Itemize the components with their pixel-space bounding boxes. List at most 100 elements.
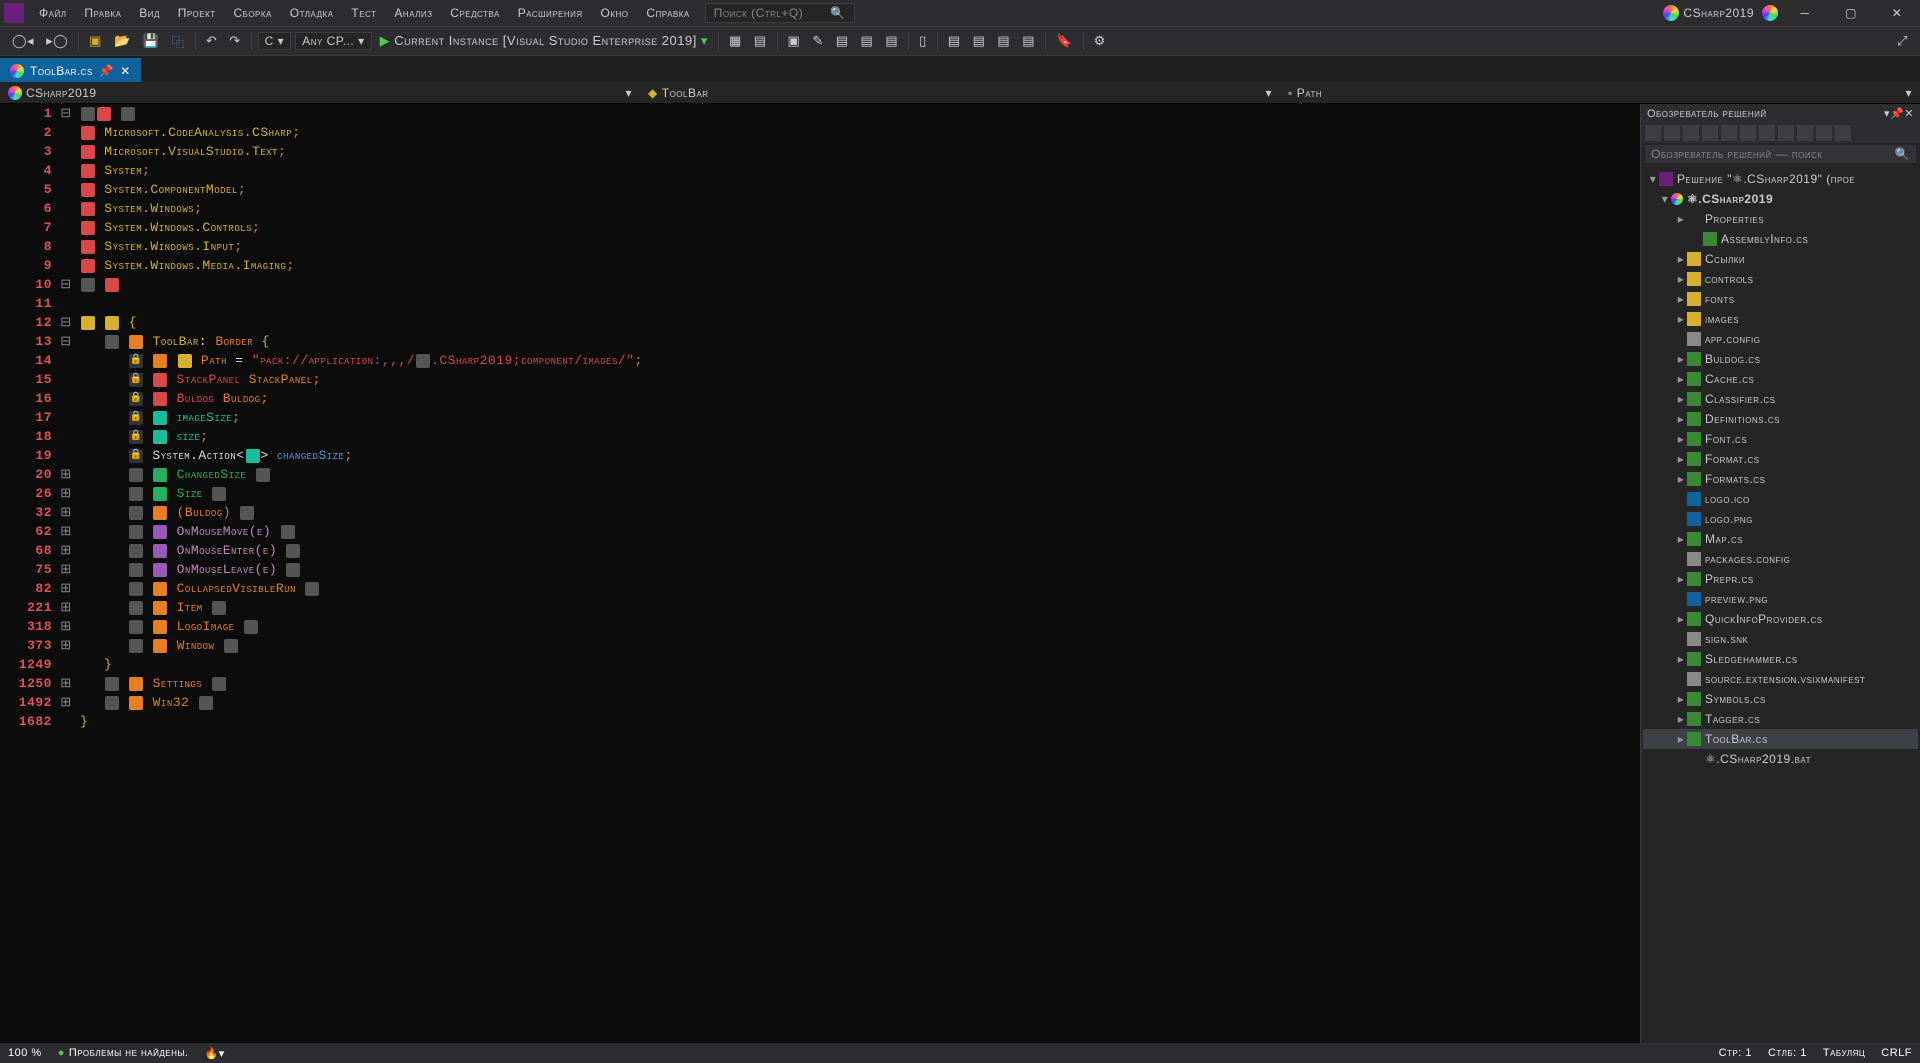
tree-item[interactable]: ▸Map.cs: [1643, 529, 1918, 549]
solution-root[interactable]: ▾Решение "⚛.CSharp2019" (прое: [1643, 169, 1918, 189]
menu-window[interactable]: Окно: [594, 6, 636, 20]
menu-edit[interactable]: Правка: [77, 6, 128, 20]
document-tab[interactable]: ToolBar.cs 📌 ✕: [0, 58, 141, 82]
tree-item[interactable]: ▸controls: [1643, 269, 1918, 289]
fold-toggle[interactable]: ⊞: [60, 543, 72, 558]
tree-item[interactable]: logo.ico: [1643, 489, 1918, 509]
menu-file[interactable]: Файл: [32, 6, 73, 20]
tree-item[interactable]: ▸Font.cs: [1643, 429, 1918, 449]
tb-icon-3[interactable]: ▣: [784, 31, 805, 51]
menu-tools[interactable]: Средства: [443, 6, 507, 20]
sol-tb-i5[interactable]: [1721, 125, 1737, 141]
tb-icon-11[interactable]: ▤: [993, 31, 1014, 51]
tree-item[interactable]: ▸Sledgehammer.cs: [1643, 649, 1918, 669]
platform-combo[interactable]: Any CP... ▾: [295, 32, 371, 50]
sol-tb-i6[interactable]: [1740, 125, 1756, 141]
tb-icon-12[interactable]: ▤: [1018, 31, 1039, 51]
tb-icon-10[interactable]: ▤: [969, 31, 990, 51]
tree-item[interactable]: source.extension.vsixmanifest: [1643, 669, 1918, 689]
tree-item[interactable]: ▸Classifier.cs: [1643, 389, 1918, 409]
tree-item[interactable]: ▸Tagger.cs: [1643, 709, 1918, 729]
tab-pin-icon[interactable]: 📌: [99, 64, 114, 78]
save-button[interactable]: 💾: [139, 31, 164, 51]
menu-extensions[interactable]: Расширения: [511, 6, 590, 20]
tree-item[interactable]: ▸images: [1643, 309, 1918, 329]
fold-toggle[interactable]: ⊟: [60, 334, 72, 349]
tree-item[interactable]: ⚛.CSharp2019.bat: [1643, 749, 1918, 769]
tb-icon-1[interactable]: ▦: [725, 31, 746, 51]
close-button[interactable]: ✕: [1878, 2, 1916, 24]
redo-button[interactable]: ↷: [225, 31, 244, 51]
fold-toggle[interactable]: ⊞: [60, 562, 72, 577]
tree-item[interactable]: AssemblyInfo.cs: [1643, 229, 1918, 249]
zoom-level[interactable]: 100 %: [8, 1047, 42, 1059]
solution-tree[interactable]: ▾Решение "⚛.CSharp2019" (прое▾⚛.CSharp20…: [1641, 165, 1920, 1043]
nav-scope-class[interactable]: ◆ToolBar▾: [640, 86, 1280, 100]
maximize-button[interactable]: ▢: [1832, 2, 1870, 24]
tb-icon-9[interactable]: ▤: [944, 31, 965, 51]
nav-forward-button[interactable]: ▸◯: [42, 31, 72, 51]
open-button[interactable]: 📂: [110, 31, 135, 51]
fold-toggle[interactable]: ⊞: [60, 581, 72, 596]
tree-item[interactable]: app.config: [1643, 329, 1918, 349]
tb-icon-7[interactable]: ▤: [881, 31, 902, 51]
tb-icon-8[interactable]: ▯: [915, 31, 931, 51]
tree-item[interactable]: ▸Prepr.cs: [1643, 569, 1918, 589]
sol-tb-i2[interactable]: [1664, 125, 1680, 141]
tree-item[interactable]: ▸Symbols.cs: [1643, 689, 1918, 709]
tb-icon-2[interactable]: ▤: [750, 31, 771, 51]
tb-icon-13[interactable]: ⚙: [1090, 31, 1110, 51]
tree-item[interactable]: ▸Formats.cs: [1643, 469, 1918, 489]
solution-search[interactable]: Обозреватель решений — поиск🔍: [1645, 145, 1916, 163]
tree-item[interactable]: sign.snk: [1643, 629, 1918, 649]
tree-item[interactable]: ▸Format.cs: [1643, 449, 1918, 469]
start-debug-button[interactable]: ▶ Current Instance [Visual Studio Enterp…: [376, 31, 712, 51]
nav-scope-project[interactable]: CSharp2019▾: [0, 86, 640, 100]
fold-toggle[interactable]: ⊞: [60, 486, 72, 501]
fold-toggle[interactable]: ⊟: [60, 315, 72, 330]
tree-item[interactable]: ▸Ссылки: [1643, 249, 1918, 269]
tree-item[interactable]: ▸QuickInfoProvider.cs: [1643, 609, 1918, 629]
fold-toggle[interactable]: ⊞: [60, 505, 72, 520]
tree-item[interactable]: ▸ToolBar.cs: [1643, 729, 1918, 749]
sol-tb-i10[interactable]: [1816, 125, 1832, 141]
project-node[interactable]: ▾⚛.CSharp2019: [1643, 189, 1918, 209]
tb-icon-right[interactable]: ⤢: [1893, 31, 1912, 51]
undo-button[interactable]: ↶: [202, 31, 221, 51]
sol-pin-icon[interactable]: 📌: [1890, 107, 1904, 120]
menu-build[interactable]: Сборка: [227, 6, 279, 20]
search-box[interactable]: Поиск (Ctrl+Q) 🔍: [705, 3, 855, 23]
menu-debug[interactable]: Отладка: [283, 6, 341, 20]
menu-analysis[interactable]: Анализ: [387, 6, 439, 20]
fold-toggle[interactable]: ⊟: [60, 106, 72, 121]
fold-toggle[interactable]: ⊞: [60, 638, 72, 653]
tree-item[interactable]: preview.png: [1643, 589, 1918, 609]
line-ending[interactable]: CRLF: [1881, 1047, 1912, 1059]
fold-toggle[interactable]: ⊞: [60, 467, 72, 482]
fold-toggle[interactable]: ⊞: [60, 676, 72, 691]
tb-icon-5[interactable]: ▤: [832, 31, 853, 51]
sol-tb-refresh-icon[interactable]: [1702, 125, 1718, 141]
tree-item[interactable]: packages.config: [1643, 549, 1918, 569]
code-editor[interactable]: 1⊟ 2 Microsoft.CodeAnalysis.CSharp;3 Mic…: [0, 104, 1640, 1043]
config-combo[interactable]: C ▾: [258, 32, 292, 50]
sol-tb-properties-icon[interactable]: [1835, 125, 1851, 141]
tree-item[interactable]: logo.png: [1643, 509, 1918, 529]
issues-summary[interactable]: ●Проблемы не найдены.: [58, 1047, 189, 1059]
fold-toggle[interactable]: ⊟: [60, 277, 72, 292]
tb-bookmark[interactable]: 🔖: [1052, 31, 1077, 51]
tree-item[interactable]: ▸Cache.cs: [1643, 369, 1918, 389]
menu-help[interactable]: Справка: [639, 6, 696, 20]
sol-tb-i3[interactable]: [1683, 125, 1699, 141]
minimize-button[interactable]: ─: [1786, 2, 1824, 24]
vs-logo-icon[interactable]: [4, 3, 24, 23]
tree-item[interactable]: ▸fonts: [1643, 289, 1918, 309]
fold-toggle[interactable]: ⊞: [60, 619, 72, 634]
tree-item[interactable]: ▸Buldog.cs: [1643, 349, 1918, 369]
tab-close-button[interactable]: ✕: [120, 64, 131, 78]
new-project-button[interactable]: ▣: [85, 31, 106, 51]
saveall-button[interactable]: ⿻: [167, 30, 189, 53]
tree-item[interactable]: ▸Properties: [1643, 209, 1918, 229]
account-icon[interactable]: [1762, 5, 1778, 21]
nav-back-button[interactable]: ◯◂: [8, 31, 38, 51]
